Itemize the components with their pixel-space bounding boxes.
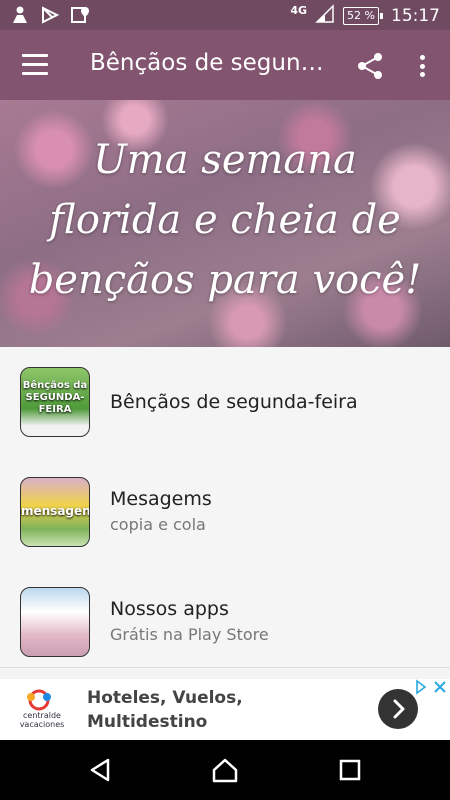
list-item-subtitle: copia e cola	[110, 515, 206, 534]
banner-line-2: florida e cheia de	[49, 197, 401, 243]
recents-icon[interactable]	[336, 756, 364, 784]
advertiser-name: centraldе vacaciones	[14, 711, 70, 729]
advertiser-name-line-2: vacaciones	[19, 720, 65, 729]
ad-banner[interactable]: centraldе vacaciones Hoteles, Vuelos, Mu…	[0, 679, 450, 740]
signal-icon	[315, 4, 335, 28]
bencaos-thumbnail-caption: Bênçãos da SEGUNDA-FEIRA	[22, 380, 88, 415]
maps-icon	[70, 5, 90, 25]
divider	[0, 667, 450, 668]
app-bar: Bênçãos de segunda-feira	[0, 30, 450, 100]
list-item-mensagens[interactable]: mensagens Mesagems copia e cola	[0, 457, 450, 567]
header-banner-image: Uma semana florida e cheia de bençãos pa…	[0, 100, 450, 347]
back-icon[interactable]	[86, 756, 114, 784]
bencaos-thumbnail: Bênçãos da SEGUNDA-FEIRA	[20, 367, 90, 437]
list-item-subtitle: Grátis na Play Store	[110, 625, 269, 644]
banner-text: Uma semana florida e cheia de bençãos pa…	[0, 130, 450, 310]
status-bar: 4G 52 % 15:17	[0, 0, 450, 30]
banner-line-1: Uma semana	[93, 137, 357, 183]
nossos-apps-thumbnail	[20, 587, 90, 657]
list-item-bencaos[interactable]: Bênçãos da SEGUNDA-FEIRA Bênçãos de segu…	[0, 347, 450, 457]
play-store-icon	[40, 5, 60, 25]
app-title: Bênçãos de segunda-feira	[90, 50, 330, 76]
status-right: 4G 52 % 15:17	[290, 4, 440, 28]
ad-open-button[interactable]	[378, 689, 418, 729]
system-nav-bar	[0, 740, 450, 800]
list-item-title: Mesagems	[110, 488, 212, 510]
person-icon	[10, 5, 30, 25]
menu-list: Bênçãos da SEGUNDA-FEIRA Bênçãos de segu…	[0, 347, 450, 667]
mensagens-thumbnail-caption: mensagens	[21, 504, 90, 518]
ad-choices-icon[interactable]	[413, 679, 449, 695]
list-item-nossos-apps[interactable]: Nossos apps Grátis na Play Store	[0, 567, 450, 677]
network-type: 4G	[290, 3, 308, 17]
clock: 15:17	[391, 6, 440, 26]
home-icon[interactable]	[211, 756, 239, 784]
advertiser-name-line-1: centraldе	[23, 711, 61, 720]
banner-line-3: bençãos para você!	[28, 257, 422, 303]
list-item-title: Nossos apps	[110, 598, 229, 620]
share-icon[interactable]	[356, 52, 384, 80]
battery-indicator: 52 %	[343, 7, 383, 25]
list-item-title: Bênçãos de segunda-feira	[110, 391, 358, 413]
ad-headline: Hoteles, Vuelos, Multidestino	[87, 688, 243, 732]
notification-icons	[10, 5, 90, 25]
more-options-icon[interactable]	[414, 52, 430, 80]
menu-icon[interactable]	[22, 54, 48, 76]
mensagens-thumbnail: mensagens	[20, 477, 90, 547]
